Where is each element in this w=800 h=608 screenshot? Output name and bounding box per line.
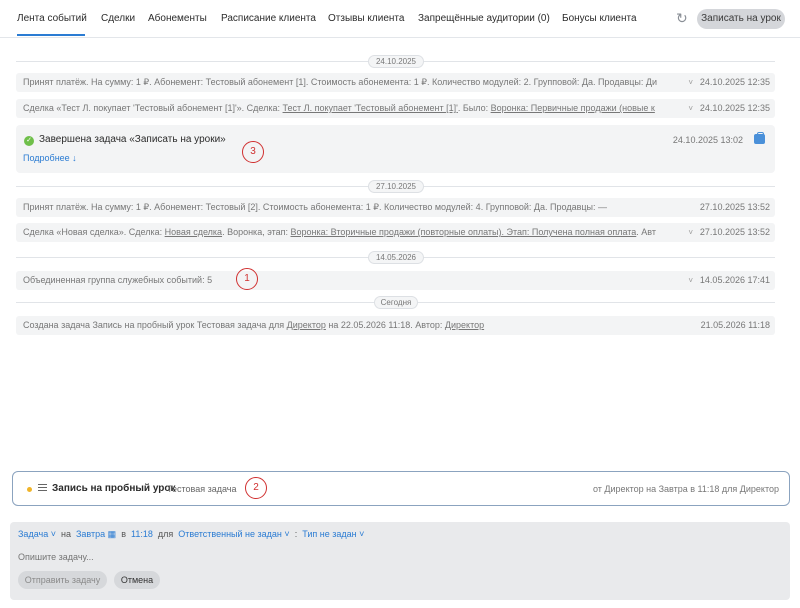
menu-icon[interactable] (38, 484, 47, 493)
deal-link[interactable]: Тест Л. покупает 'Тестовый абонемент [1]… (283, 103, 458, 113)
tab-client-reviews[interactable]: Отзывы клиента (328, 13, 404, 24)
event-text: Объединенная группа служебных событий: 5 (23, 275, 213, 285)
details-link[interactable]: Подробнее ↓ (23, 153, 77, 163)
tab-event-feed[interactable]: Лента событий (17, 13, 87, 24)
date-separator: 14.05.2026 (16, 251, 775, 264)
event-text: Принят платёж. На сумму: 1 ₽. Абонемент:… (23, 77, 658, 87)
event-text: Создана задача Запись на пробный урок Те… (23, 320, 485, 330)
task-kind-dropdown[interactable]: Тип не задан ˅ (302, 529, 364, 539)
tab-deals[interactable]: Сделки (101, 13, 135, 24)
tab-forbidden-rooms[interactable]: Запрещённые аудитории (0) (418, 13, 550, 24)
event-time: 24.10.2025 12:35 (699, 77, 770, 87)
tab-client-schedule[interactable]: Расписание клиента (221, 13, 316, 24)
date-separator: 27.10.2025 (16, 180, 775, 193)
task-composer: Задача ˅ на Завтра ▦ в 11:18 для Ответст… (10, 522, 790, 600)
completed-task-card: ✓ Завершена задача «Записать на уроки» П… (16, 125, 775, 173)
annotation-marker: 1 (236, 268, 258, 290)
event-text: Принят платёж. На сумму: 1 ₽. Абонемент:… (23, 202, 607, 212)
pending-task-meta: от Директор на Завтра в 11:18 для Директ… (593, 484, 779, 494)
pending-task-bar[interactable]: Запись на пробный урок Тестовая задача о… (12, 471, 790, 506)
check-icon: ✓ (24, 136, 34, 146)
tab-subscriptions[interactable]: Абонементы (148, 13, 207, 24)
date-separator: 24.10.2025 (16, 55, 775, 68)
pending-task-description: Тестовая задача (167, 484, 237, 494)
task-description-input[interactable] (18, 550, 778, 564)
event-time: 14.05.2026 17:41 (699, 275, 770, 285)
chevron-down-icon[interactable]: ˅ (688, 73, 693, 92)
event-time: 24.10.2025 12:35 (699, 103, 770, 113)
task-title: Завершена задача «Записать на уроки» (39, 134, 226, 145)
send-task-button[interactable]: Отправить задачу (18, 571, 107, 589)
event-row-grouped[interactable]: Объединенная группа служебных событий: 5… (16, 271, 775, 290)
task-type-dropdown[interactable]: Задача ˅ (18, 529, 56, 539)
calendar-icon: ▦ (107, 529, 117, 539)
deal-link[interactable]: Новая сделка (165, 227, 222, 237)
cancel-button[interactable]: Отмена (114, 571, 160, 589)
date-separator: Сегодня (16, 296, 775, 309)
event-text: Сделка «Новая сделка». Сделка: Новая сде… (23, 227, 657, 237)
event-row-payment[interactable]: Принят платёж. На сумму: 1 ₽. Абонемент:… (16, 73, 775, 92)
pending-task-title: Запись на пробный урок (52, 483, 176, 494)
briefcase-icon[interactable] (754, 132, 765, 144)
book-lesson-button[interactable]: Записать на урок (697, 9, 785, 29)
refresh-icon[interactable]: ↻ (676, 11, 690, 25)
annotation-marker: 2 (245, 477, 267, 499)
date-pill: 24.10.2025 (368, 55, 424, 68)
event-row-payment[interactable]: Принят платёж. На сумму: 1 ₽. Абонемент:… (16, 198, 775, 217)
event-row-task-created[interactable]: Создана задача Запись на пробный урок Те… (16, 316, 775, 335)
due-time-field[interactable]: 11:18 (131, 529, 153, 539)
tab-bar: Лента событий Сделки Абонементы Расписан… (0, 0, 800, 38)
chevron-down-icon[interactable]: ˅ (688, 271, 693, 290)
tab-client-bonuses[interactable]: Бонусы клиента (562, 13, 637, 24)
event-row-deal[interactable]: Сделка «Тест Л. покупает 'Тестовый абоне… (16, 99, 775, 118)
funnel-link[interactable]: Воронка: Вторичные продажи (повторные оп… (291, 227, 637, 237)
event-time: 27.10.2025 13:52 (699, 202, 770, 212)
date-pill: 14.05.2026 (368, 251, 424, 264)
event-time: 21.05.2026 11:18 (700, 320, 770, 330)
annotation-marker: 3 (242, 141, 264, 163)
user-link[interactable]: Директор (445, 320, 484, 330)
funnel-link[interactable]: Воронка: Первичные продажи (новые к (491, 103, 655, 113)
due-date-picker[interactable]: Завтра ▦ (76, 529, 116, 539)
chevron-down-icon[interactable]: ˅ (688, 99, 693, 118)
active-tab-indicator (17, 34, 85, 36)
user-link[interactable]: Директор (287, 320, 326, 330)
date-pill: 27.10.2025 (368, 180, 424, 193)
assignee-dropdown[interactable]: Ответственный не задан ˅ (178, 529, 289, 539)
task-time: 24.10.2025 13:02 (672, 135, 743, 145)
event-time: 27.10.2025 13:52 (699, 227, 770, 237)
chevron-down-icon[interactable]: ˅ (688, 223, 693, 242)
date-pill: Сегодня (374, 296, 418, 309)
status-dot-icon (27, 487, 32, 492)
event-row-deal[interactable]: Сделка «Новая сделка». Сделка: Новая сде… (16, 223, 775, 242)
composer-options: Задача ˅ на Завтра ▦ в 11:18 для Ответст… (18, 529, 365, 539)
event-text: Сделка «Тест Л. покупает 'Тестовый абоне… (23, 103, 655, 113)
